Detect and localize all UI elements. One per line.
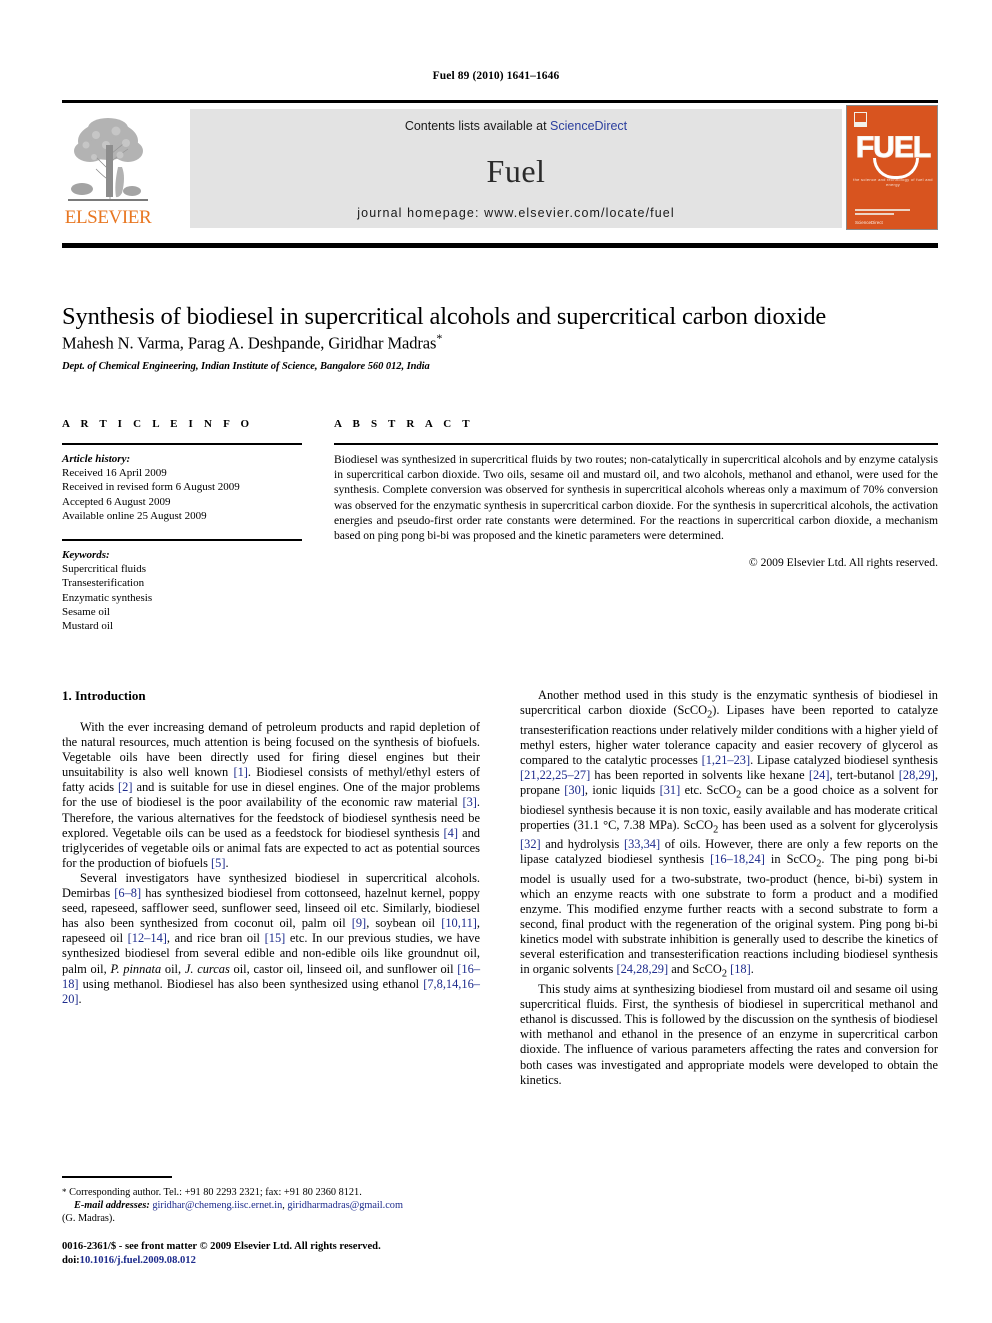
- email-line: E-mail addresses: giridhar@chemeng.iisc.…: [74, 1199, 403, 1211]
- author-names: Mahesh N. Varma, Parag A. Deshpande, Gir…: [62, 333, 437, 353]
- imprint-block: 0016-2361/$ - see front matter © 2009 El…: [62, 1240, 502, 1267]
- email-link-secondary[interactable]: giridharmadras@gmail.com: [287, 1200, 403, 1211]
- email-label: E-mail addresses:: [74, 1199, 150, 1211]
- journal-title: Fuel: [486, 153, 546, 189]
- journal-masthead: ELSEVIER Contents lists available at Sci…: [62, 105, 938, 230]
- doi-link[interactable]: 10.1016/j.fuel.2009.08.012: [80, 1255, 196, 1266]
- body-column-right: Another method used in this study is the…: [520, 688, 938, 1088]
- paragraph: This study aims at synthesizing biodiese…: [520, 982, 938, 1087]
- keyword-item: Sesame oil: [62, 605, 110, 618]
- article-history-block: Article history: Received 16 April 2009 …: [62, 452, 302, 523]
- title-top-rule: [62, 243, 938, 248]
- keywords-rule: [62, 539, 302, 542]
- email-attribution: (G. Madras).: [62, 1212, 115, 1224]
- footnote-rule: [62, 1176, 172, 1178]
- footnote-star-icon: *: [62, 1186, 67, 1197]
- keywords-block: Keywords: Supercritical fluids Transeste…: [62, 548, 302, 633]
- elsevier-tree-icon: [66, 111, 150, 207]
- footnote-block: * Corresponding author. Tel.: +91 80 229…: [62, 1176, 480, 1225]
- doi-label: doi:: [62, 1254, 80, 1266]
- contents-prefix: Contents lists available at: [404, 119, 551, 133]
- abstract-copyright: © 2009 Elsevier Ltd. All rights reserved…: [748, 556, 938, 570]
- elsevier-wordmark: ELSEVIER: [64, 207, 152, 228]
- history-item: Received in revised form 6 August 2009: [62, 481, 240, 494]
- paper-page: Fuel 89 (2010) 1641–1646 ELSEVIER Conten…: [0, 0, 992, 1323]
- journal-cover-thumbnail: FUEL the science and technology of fuel …: [846, 105, 938, 230]
- paragraph: With the ever increasing demand of petro…: [62, 720, 480, 870]
- corresponding-author-marker: *: [436, 331, 443, 345]
- history-item: Available online 25 August 2009: [62, 509, 207, 522]
- page-title: Synthesis of biodiesel in supercritical …: [62, 303, 827, 331]
- body-column-left: 1. Introduction With the ever increasing…: [62, 688, 480, 1007]
- cover-tagline: the science and technology of fuel and e…: [853, 177, 933, 187]
- masthead-band: Contents lists available at ScienceDirec…: [190, 109, 842, 228]
- running-head: Fuel 89 (2010) 1641–1646: [432, 70, 560, 82]
- issn-line: 0016-2361/$ - see front matter © 2009 El…: [62, 1241, 381, 1252]
- keyword-item: Supercritical fluids: [62, 563, 147, 576]
- cover-arc-decoration: [873, 158, 919, 179]
- history-item: Received 16 April 2009: [62, 467, 167, 480]
- keyword-item: Mustard oil: [62, 620, 114, 633]
- article-info-heading: A R T I C L E I N F O: [62, 418, 254, 430]
- email-link-primary[interactable]: giridhar@chemeng.iisc.ernet.in: [152, 1200, 282, 1211]
- abstract-rule: [334, 443, 938, 445]
- author-list: Mahesh N. Varma, Parag A. Deshpande, Gir…: [62, 331, 938, 354]
- history-item: Accepted 6 August 2009: [62, 495, 171, 508]
- cover-elsevier-icon: [854, 112, 867, 127]
- article-info-rule: [62, 443, 302, 445]
- abstract-text: Biodiesel was synthesized in supercritic…: [334, 453, 938, 543]
- paragraph: Several investigators have synthesized b…: [62, 870, 481, 1006]
- keywords-label: Keywords:: [62, 549, 110, 562]
- footnote-text: * Corresponding author. Tel.: +91 80 229…: [62, 1186, 480, 1226]
- journal-homepage-link[interactable]: journal homepage: www.elsevier.com/locat…: [190, 206, 842, 220]
- masthead-top-rule: [62, 100, 938, 103]
- article-info-column: A R T I C L E I N F O Article history: R…: [62, 418, 302, 649]
- elsevier-logo: ELSEVIER: [62, 105, 154, 230]
- section-heading-introduction: 1. Introduction: [62, 688, 146, 703]
- paragraph: Another method used in this study is the…: [520, 688, 939, 980]
- doi-line: doi:10.1016/j.fuel.2009.08.012: [62, 1254, 502, 1268]
- keyword-item: Transesterification: [62, 577, 145, 590]
- cover-footer-bars: [855, 209, 910, 217]
- article-history-label: Article history:: [62, 453, 131, 465]
- sciencedirect-link[interactable]: ScienceDirect: [550, 119, 627, 133]
- contents-available-line: Contents lists available at ScienceDirec…: [190, 119, 842, 133]
- keyword-item: Enzymatic synthesis: [62, 591, 153, 604]
- corresponding-author-note: Corresponding author. Tel.: +91 80 2293 …: [69, 1186, 362, 1198]
- cover-publisher-text: ScienceDirect: [855, 220, 883, 225]
- abstract-heading: A B S T R A C T: [334, 418, 474, 430]
- affiliation: Dept. of Chemical Engineering, Indian In…: [62, 361, 430, 372]
- abstract-column: A B S T R A C T Biodiesel was synthesize…: [334, 418, 938, 569]
